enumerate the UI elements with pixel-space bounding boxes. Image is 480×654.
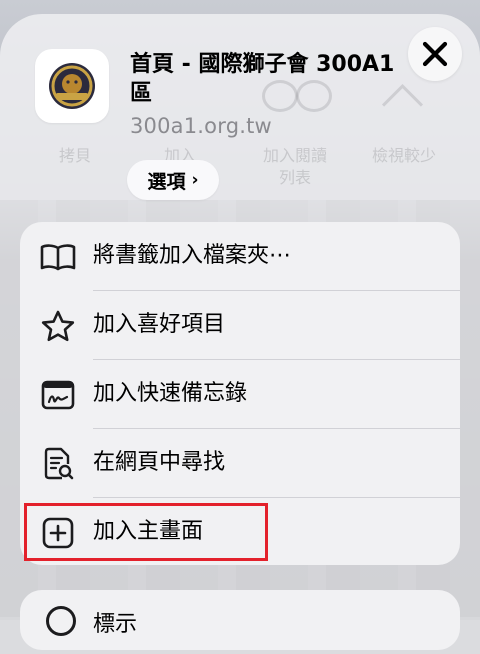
action-menu-secondary (20, 590, 460, 650)
options-button[interactable]: 選項 › (127, 160, 219, 200)
menu-item-label: 將書籤加入檔案夾⋯ (93, 243, 292, 268)
menu-item-add-favorite[interactable]: 加入喜好項目 (20, 291, 460, 359)
site-title: 首頁 - 國際獅子會 300A1區 (130, 52, 395, 106)
site-url: 300a1.org.tw (130, 114, 272, 138)
close-button[interactable] (408, 27, 462, 81)
menu-item-markup-label[interactable]: 標示 (93, 606, 137, 638)
book-icon (40, 244, 76, 271)
menu-item-find-in-page[interactable]: 在網頁中尋找 (20, 429, 460, 497)
ghost-toolbar-view-less: 檢視較少 (371, 146, 436, 165)
menu-item-add-bookmark-to-folder[interactable]: 將書籤加入檔案夾⋯ (20, 222, 460, 290)
chevron-right-icon: › (191, 170, 199, 190)
highlight-box (24, 503, 268, 561)
site-icon (35, 49, 109, 123)
find-in-page-icon (44, 447, 74, 480)
quick-note-icon (41, 380, 75, 410)
close-icon (422, 41, 448, 67)
ghost-toolbar-copy: 拷貝 (58, 146, 91, 165)
circle-icon (46, 606, 76, 636)
menu-item-label: 加入喜好項目 (93, 312, 226, 337)
star-icon (41, 310, 75, 342)
options-label: 選項 (147, 170, 186, 193)
ghost-toolbar-reading-list: 加入閱讀 列表 (262, 146, 327, 187)
menu-item-label: 加入快速備忘錄 (93, 381, 248, 406)
menu-item-label: 在網頁中尋找 (93, 450, 226, 475)
lions-emblem-icon (49, 63, 95, 109)
menu-item-add-quick-note[interactable]: 加入快速備忘錄 (20, 360, 460, 428)
